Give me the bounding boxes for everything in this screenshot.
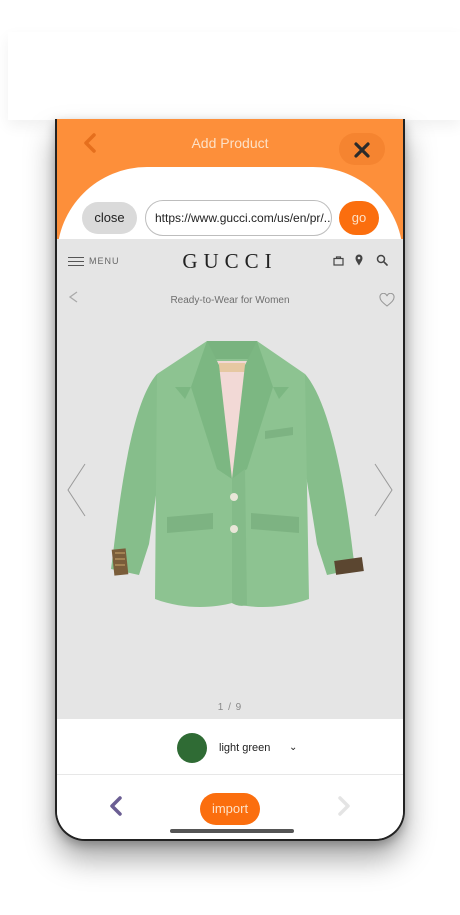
import-button[interactable]: import [200,793,260,825]
location-pin-icon[interactable] [355,254,363,266]
color-swatch[interactable] [177,733,207,763]
category-label: Ready-to-Wear for Women [170,295,290,306]
chevron-left-icon [110,796,122,816]
web-view: MENU GUCCI Ready-to-Wear for Women 1 / 9 [57,239,403,719]
prev-product-button[interactable] [109,795,123,820]
top-blank-banner [8,32,460,120]
dismiss-button[interactable] [339,133,385,165]
shopping-bag-icon[interactable] [333,255,344,266]
x-icon [354,142,370,158]
color-label[interactable]: light green [219,742,270,754]
close-button[interactable]: close [82,202,137,234]
carousel-prev-icon[interactable] [65,462,89,518]
carousel-next-icon[interactable] [371,462,395,518]
color-selector[interactable]: light green ⌄ [57,719,403,775]
heart-icon[interactable] [379,293,395,307]
url-bar: close https://www.gucci.com/us/en/pr/...… [57,197,403,239]
carousel-pager: 1 / 9 [217,702,243,713]
product-image [111,341,364,607]
phone-screen: Add Product close https://www.gucci.com/… [55,119,405,841]
url-input[interactable]: https://www.gucci.com/us/en/pr/... [145,200,332,236]
go-button[interactable]: go [339,201,379,235]
chevron-down-icon[interactable]: ⌄ [289,742,297,753]
site-logo[interactable]: GUCCI [57,249,403,274]
next-product-button[interactable] [337,795,351,820]
home-indicator[interactable] [170,829,294,833]
chevron-right-icon [338,796,350,816]
top-blank-notch [8,32,34,62]
site-header: MENU GUCCI [57,239,403,283]
search-icon[interactable] [376,254,388,266]
